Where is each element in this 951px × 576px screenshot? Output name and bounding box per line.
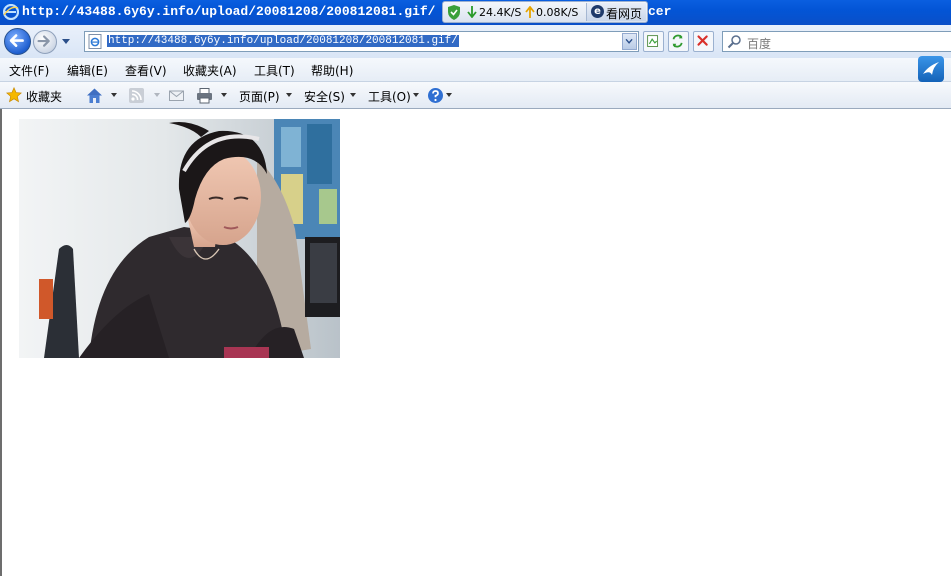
- help-icon[interactable]: [427, 87, 444, 104]
- refresh-button[interactable]: [668, 31, 689, 52]
- menu-edit[interactable]: 编辑(E): [67, 62, 108, 79]
- ie-icon: [3, 4, 19, 20]
- photo-image: [19, 119, 340, 358]
- bird-icon: [923, 62, 939, 75]
- stop-icon: [697, 35, 708, 46]
- download-speed: 24.4K/S: [479, 6, 522, 19]
- tools-menu-button[interactable]: 工具(O): [368, 88, 411, 105]
- menu-help[interactable]: 帮助(H): [311, 62, 353, 79]
- menu-file[interactable]: 文件(F): [9, 62, 49, 79]
- title-bar: http://43488.6y6y.info/upload/20081208/2…: [0, 0, 951, 25]
- menu-bar: 文件(F) 编辑(E) 查看(V) 收藏夹(A) 工具(T) 帮助(H): [0, 58, 951, 82]
- view-webpage-label: 看网页: [606, 7, 643, 21]
- star-icon[interactable]: [6, 87, 22, 103]
- navigation-bar: http://43488.6y6y.info/upload/20081208/2…: [0, 25, 951, 58]
- mail-icon[interactable]: [168, 87, 185, 104]
- rss-icon[interactable]: [128, 87, 145, 104]
- compatibility-view-button[interactable]: [643, 31, 664, 52]
- refresh-icon: [672, 34, 683, 48]
- upload-speed: 0.08K/S: [536, 6, 579, 19]
- search-icon: [727, 35, 741, 49]
- page-dropdown-icon[interactable]: [286, 93, 292, 97]
- stop-button[interactable]: [693, 31, 714, 52]
- back-arrow-icon: [9, 34, 24, 47]
- tools-dropdown-icon[interactable]: [413, 93, 419, 97]
- forward-arrow-icon: [37, 35, 50, 47]
- address-input[interactable]: http://43488.6y6y.info/upload/20081208/2…: [84, 31, 639, 52]
- address-dropdown-button[interactable]: [622, 33, 637, 50]
- page-menu-button[interactable]: 页面(P): [239, 88, 280, 105]
- download-arrow-icon: [467, 6, 477, 18]
- menu-tools[interactable]: 工具(T): [254, 62, 295, 79]
- page-content: [0, 109, 951, 576]
- window-title: http://43488.6y6y.info/upload/20081208/2…: [22, 4, 436, 19]
- recent-pages-dropdown-icon[interactable]: [61, 38, 71, 46]
- speed-widget[interactable]: 24.4K/S 0.08K/S e 看网页: [442, 1, 648, 23]
- search-input[interactable]: 百度: [722, 31, 951, 52]
- forward-button[interactable]: [33, 30, 57, 54]
- address-url: http://43488.6y6y.info/upload/20081208/2…: [107, 35, 459, 47]
- window-title-suffix: cer: [648, 4, 672, 19]
- e-icon: e: [591, 5, 604, 18]
- menu-favorites[interactable]: 收藏夹(A): [183, 62, 237, 79]
- favorites-button[interactable]: 收藏夹: [26, 88, 62, 105]
- bird-logo: [918, 56, 944, 82]
- home-dropdown-icon[interactable]: [111, 93, 117, 97]
- print-dropdown-icon[interactable]: [221, 93, 227, 97]
- view-webpage-button[interactable]: e 看网页: [586, 3, 646, 21]
- home-icon[interactable]: [86, 87, 103, 104]
- chevron-down-icon: [625, 38, 633, 44]
- search-placeholder: 百度: [747, 37, 772, 51]
- back-button[interactable]: [4, 28, 31, 55]
- shield-icon: [448, 5, 460, 20]
- compatibility-icon: [647, 35, 659, 47]
- webcam-photo: [19, 119, 340, 358]
- menu-view[interactable]: 查看(V): [125, 62, 167, 79]
- ie-page-icon: [88, 34, 102, 49]
- command-bar: 收藏夹 页面(P) 安全(S) 工具(O): [0, 82, 951, 109]
- upload-arrow-icon: [525, 6, 535, 18]
- safety-dropdown-icon[interactable]: [350, 93, 356, 97]
- printer-icon[interactable]: [196, 87, 213, 104]
- safety-menu-button[interactable]: 安全(S): [304, 88, 345, 105]
- help-dropdown-icon[interactable]: [446, 93, 452, 97]
- rss-dropdown-icon[interactable]: [154, 93, 160, 97]
